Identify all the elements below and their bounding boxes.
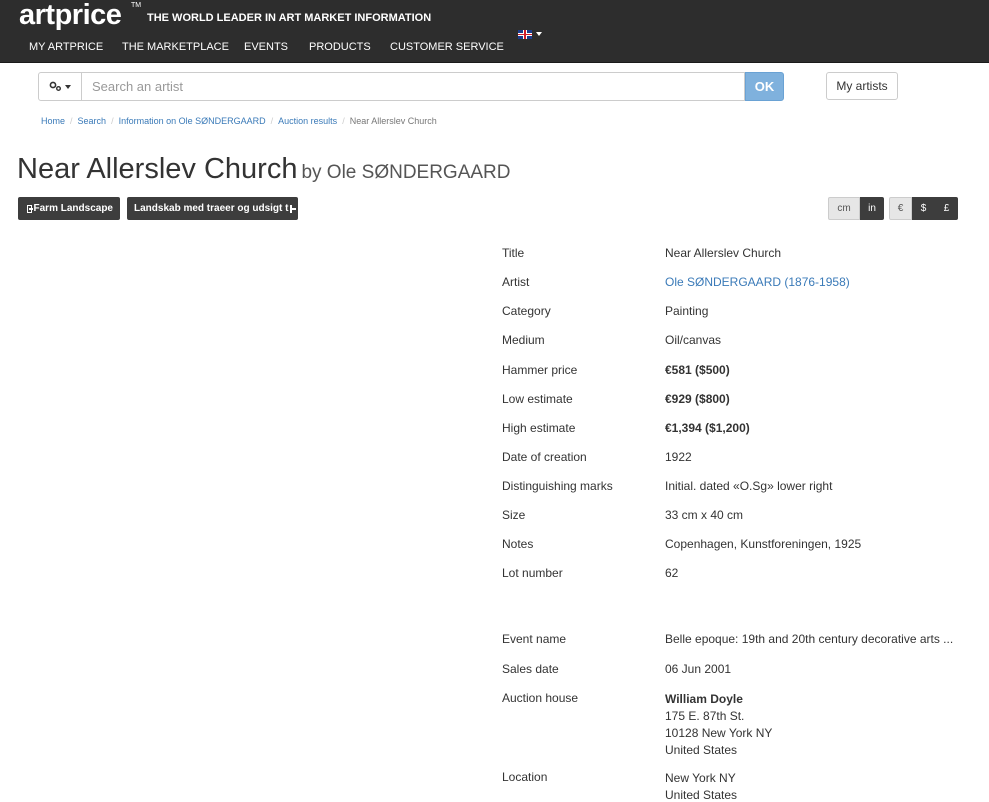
detail-label: Hammer price [502, 363, 578, 377]
currency-usd-button[interactable]: $ [912, 197, 935, 220]
detail-label: Low estimate [502, 392, 573, 406]
detail-label: Title [502, 246, 525, 260]
detail-value: 62 [665, 566, 679, 580]
breadcrumb: Home / Search / Information on Ole SØNDERGAA… [41, 116, 437, 126]
unit-cm-button[interactable]: cm [828, 197, 860, 220]
breadcrumb-auction-results[interactable]: Auction results [278, 116, 337, 126]
auction-house-name: William Doyle [665, 692, 743, 706]
detail-label: Sales date [502, 662, 559, 676]
detail-label: Event name [502, 632, 567, 646]
top-header: artprice TM THE WORLD LEADER IN ART MARK… [0, 0, 989, 63]
next-artwork-button[interactable]: Landskab med traeer og udsigt t [127, 197, 298, 220]
detail-label: Auction house [502, 691, 579, 705]
breadcrumb-artist-info[interactable]: Information on Ole SØNDERGAARD [119, 116, 266, 126]
prev-artwork-label: Farm Landscape [33, 203, 113, 214]
logo-trademark: TM [131, 2, 142, 9]
nav-events[interactable]: EVENTS [244, 41, 288, 53]
address-line: 10128 New York NY [665, 726, 773, 740]
arrow-right-icon [290, 204, 297, 213]
detail-label: Distinguishing marks [502, 479, 613, 493]
nav-my-artprice[interactable]: MY ARTPRICE [29, 41, 103, 53]
currency-toggle: € $ £ [889, 197, 958, 220]
detail-value: 06 Jun 2001 [665, 662, 732, 676]
detail-label: Notes [502, 537, 534, 551]
detail-value: Initial. dated «O.Sg» lower right [665, 479, 833, 493]
arrow-left-icon [27, 204, 33, 213]
detail-value: Oil/canvas [665, 333, 722, 347]
detail-label: Category [502, 304, 551, 318]
low-estimate-value: €929 ($800) [665, 392, 730, 406]
address-line: United States [665, 743, 738, 757]
detail-label: Medium [502, 333, 545, 347]
hammer-price-value: €581 ($500) [665, 363, 730, 377]
length-unit-toggle: cm in [828, 197, 884, 220]
search-bar: OK [38, 72, 784, 101]
search-ok-button[interactable]: OK [745, 72, 784, 101]
detail-label: Lot number [502, 566, 563, 580]
artprice-logo[interactable]: artprice [19, 0, 122, 32]
currency-gbp-button[interactable]: £ [935, 197, 958, 220]
nav-customer-service[interactable]: CUSTOMER SERVICE [390, 41, 504, 53]
breadcrumb-current: Near Allerslev Church [349, 116, 437, 126]
breadcrumb-home[interactable]: Home [41, 116, 65, 126]
location-line: United States [665, 788, 738, 802]
unit-in-button[interactable]: in [860, 197, 884, 220]
prev-artwork-button[interactable]: Farm Landscape [18, 197, 120, 220]
artwork-title: Near Allerslev Church [17, 153, 298, 185]
nav-marketplace[interactable]: THE MARKETPLACE [122, 41, 229, 53]
chevron-down-icon [65, 84, 71, 89]
breadcrumb-search[interactable]: Search [78, 116, 107, 126]
address-line: 175 E. 87th St. [665, 709, 745, 723]
detail-label: Location [502, 770, 548, 784]
detail-label: Artist [502, 275, 530, 289]
high-estimate-value: €1,394 ($1,200) [665, 421, 750, 435]
language-dropdown[interactable] [518, 28, 542, 40]
search-options-button[interactable] [38, 72, 82, 101]
location-address: New York NY United States [665, 770, 737, 802]
chevron-down-icon [536, 32, 542, 37]
next-artwork-label: Landskab med traeer og udsigt t [134, 203, 289, 214]
detail-value: Copenhagen, Kunstforeningen, 1925 [665, 537, 862, 551]
detail-label: Date of creation [502, 450, 587, 464]
detail-value: Painting [665, 304, 709, 318]
search-input[interactable] [82, 72, 745, 101]
detail-value: 33 cm x 40 cm [665, 508, 744, 522]
gears-icon [49, 81, 61, 91]
detail-label: High estimate [502, 421, 576, 435]
tagline: THE WORLD LEADER IN ART MARKET INFORMATI… [147, 12, 432, 24]
page-title: Near Allerslev Church by Ole SØNDERGAARD [17, 153, 511, 186]
detail-value: Belle epoque: 19th and 20th century deco… [665, 632, 954, 646]
artist-byline[interactable]: by Ole SØNDERGAARD [301, 162, 510, 183]
uk-flag-icon [518, 29, 532, 39]
detail-value: Near Allerslev Church [665, 246, 782, 260]
detail-value: 1922 [665, 450, 692, 464]
nav-products[interactable]: PRODUCTS [309, 41, 371, 53]
currency-eur-button[interactable]: € [889, 197, 912, 220]
my-artists-button[interactable]: My artists [826, 72, 898, 100]
detail-label: Size [502, 508, 526, 522]
location-line: New York NY [665, 771, 736, 785]
auction-house-address: William Doyle 175 E. 87th St. 10128 New … [665, 691, 772, 759]
artist-link[interactable]: Ole SØNDERGAARD (1876-1958) [665, 275, 850, 289]
